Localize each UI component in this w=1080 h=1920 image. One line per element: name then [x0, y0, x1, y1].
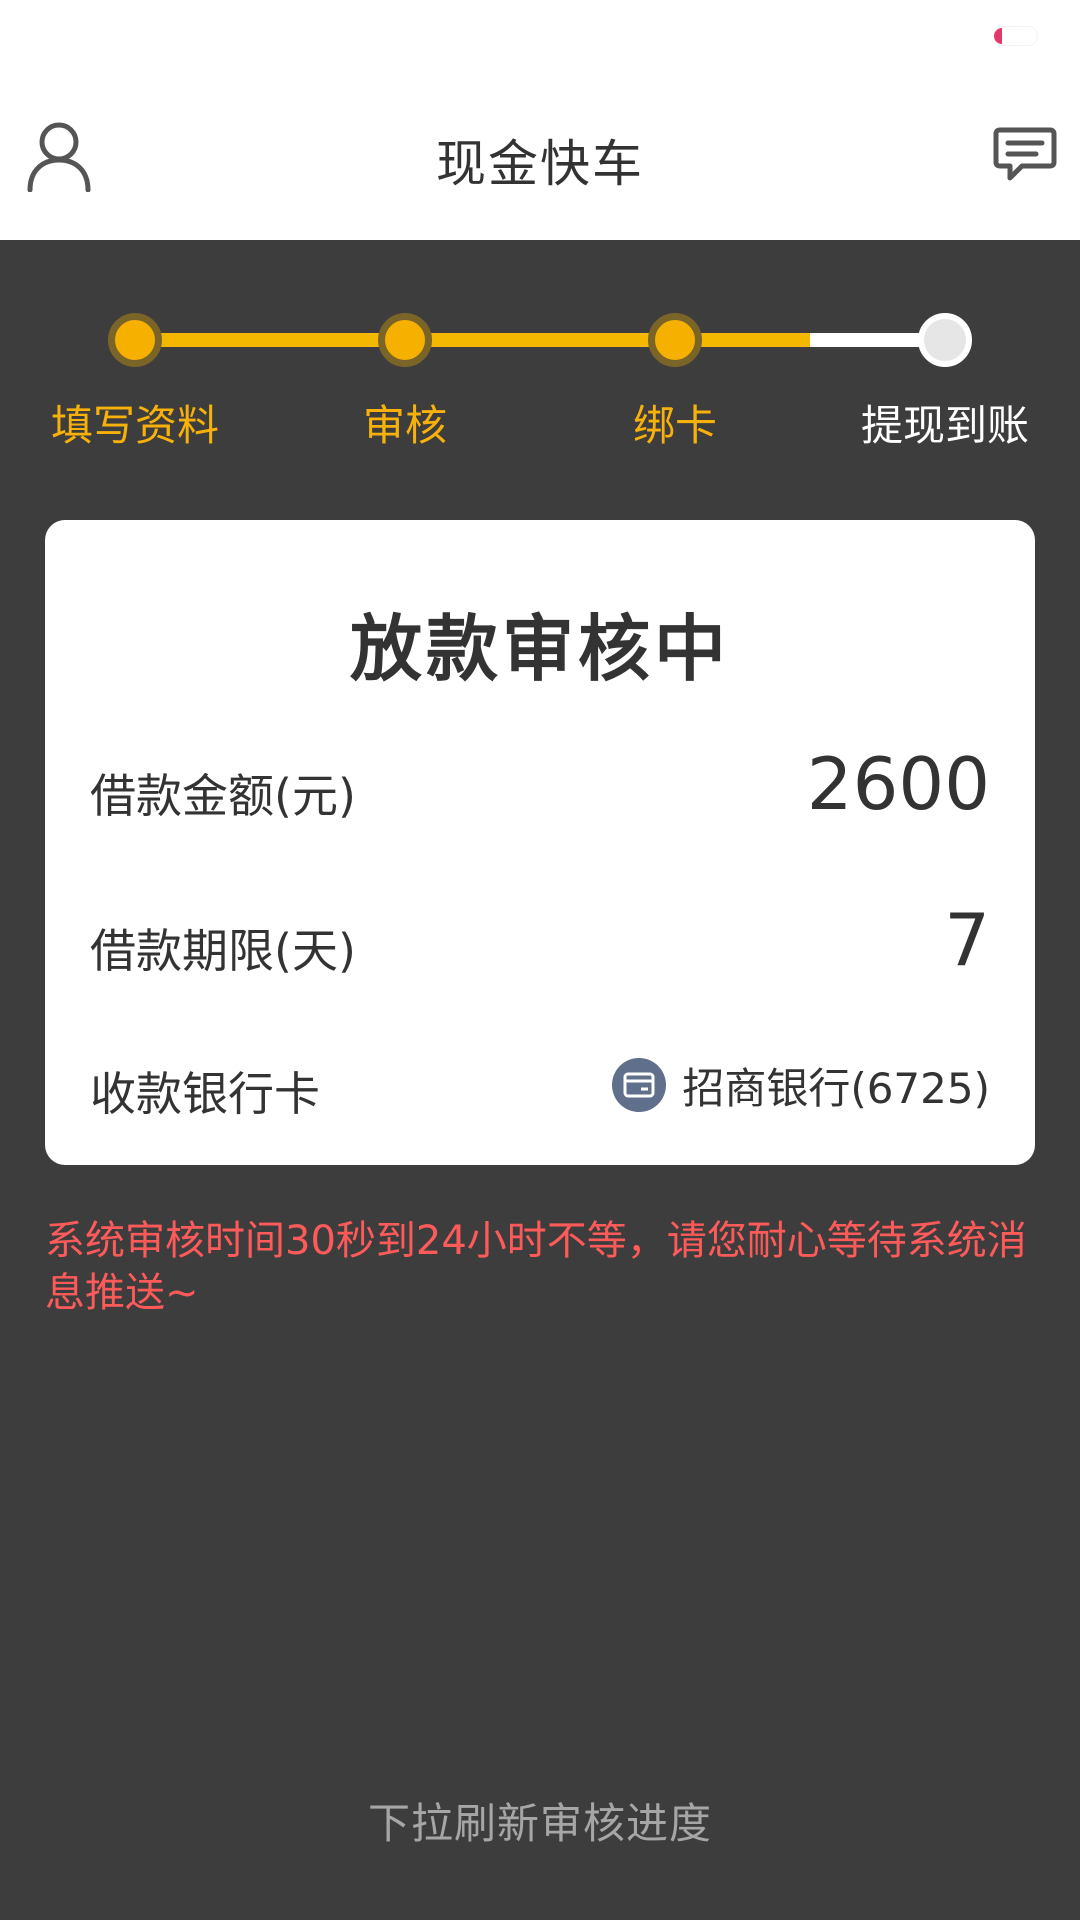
review-notice: 系统审核时间30秒到24小时不等，请您耐心等待系统消息推送~: [45, 1218, 1027, 1316]
step-dot-fill-info: [108, 313, 162, 367]
bank-label: 收款银行卡: [90, 1067, 320, 1121]
term-label: 借款期限(天): [90, 924, 356, 978]
amount-value: 2600: [806, 742, 990, 826]
status-indicator-mark: [994, 28, 1002, 44]
step-dot-bind-card: [648, 313, 702, 367]
bank-name: 招商银行(6725): [682, 1063, 990, 1113]
bank-info: 招商银行(6725): [612, 1055, 990, 1115]
amount-label: 借款金额(元): [90, 769, 356, 823]
pull-refresh-hint: 下拉刷新审核进度: [367, 1799, 712, 1848]
step-dot-review: [378, 313, 432, 367]
step-label-fill-info: 填写资料: [50, 401, 219, 450]
progress-steps: 填写资料 审核 绑卡 提现到账: [0, 300, 1080, 460]
term-value: 7: [944, 898, 990, 982]
step-label-bind-card: 绑卡: [632, 401, 717, 450]
step-dot-withdraw: [918, 313, 972, 367]
card-title: 放款审核中: [349, 607, 730, 691]
app-header: 现金快车: [0, 90, 1080, 240]
step-label-review: 审核: [362, 401, 447, 450]
page-title: 现金快车: [436, 135, 644, 193]
status-bar: [0, 0, 1080, 90]
message-icon[interactable]: [992, 126, 1058, 184]
loan-review-card: 放款审核中 借款金额(元) 2600 借款期限(天) 7 收款银行卡 招商银行(…: [45, 520, 1035, 1165]
status-indicator: [994, 26, 1038, 46]
bank-card-icon: [612, 1058, 667, 1112]
step-label-withdraw: 提现到账: [860, 401, 1029, 450]
progress-track-done: [135, 333, 810, 347]
